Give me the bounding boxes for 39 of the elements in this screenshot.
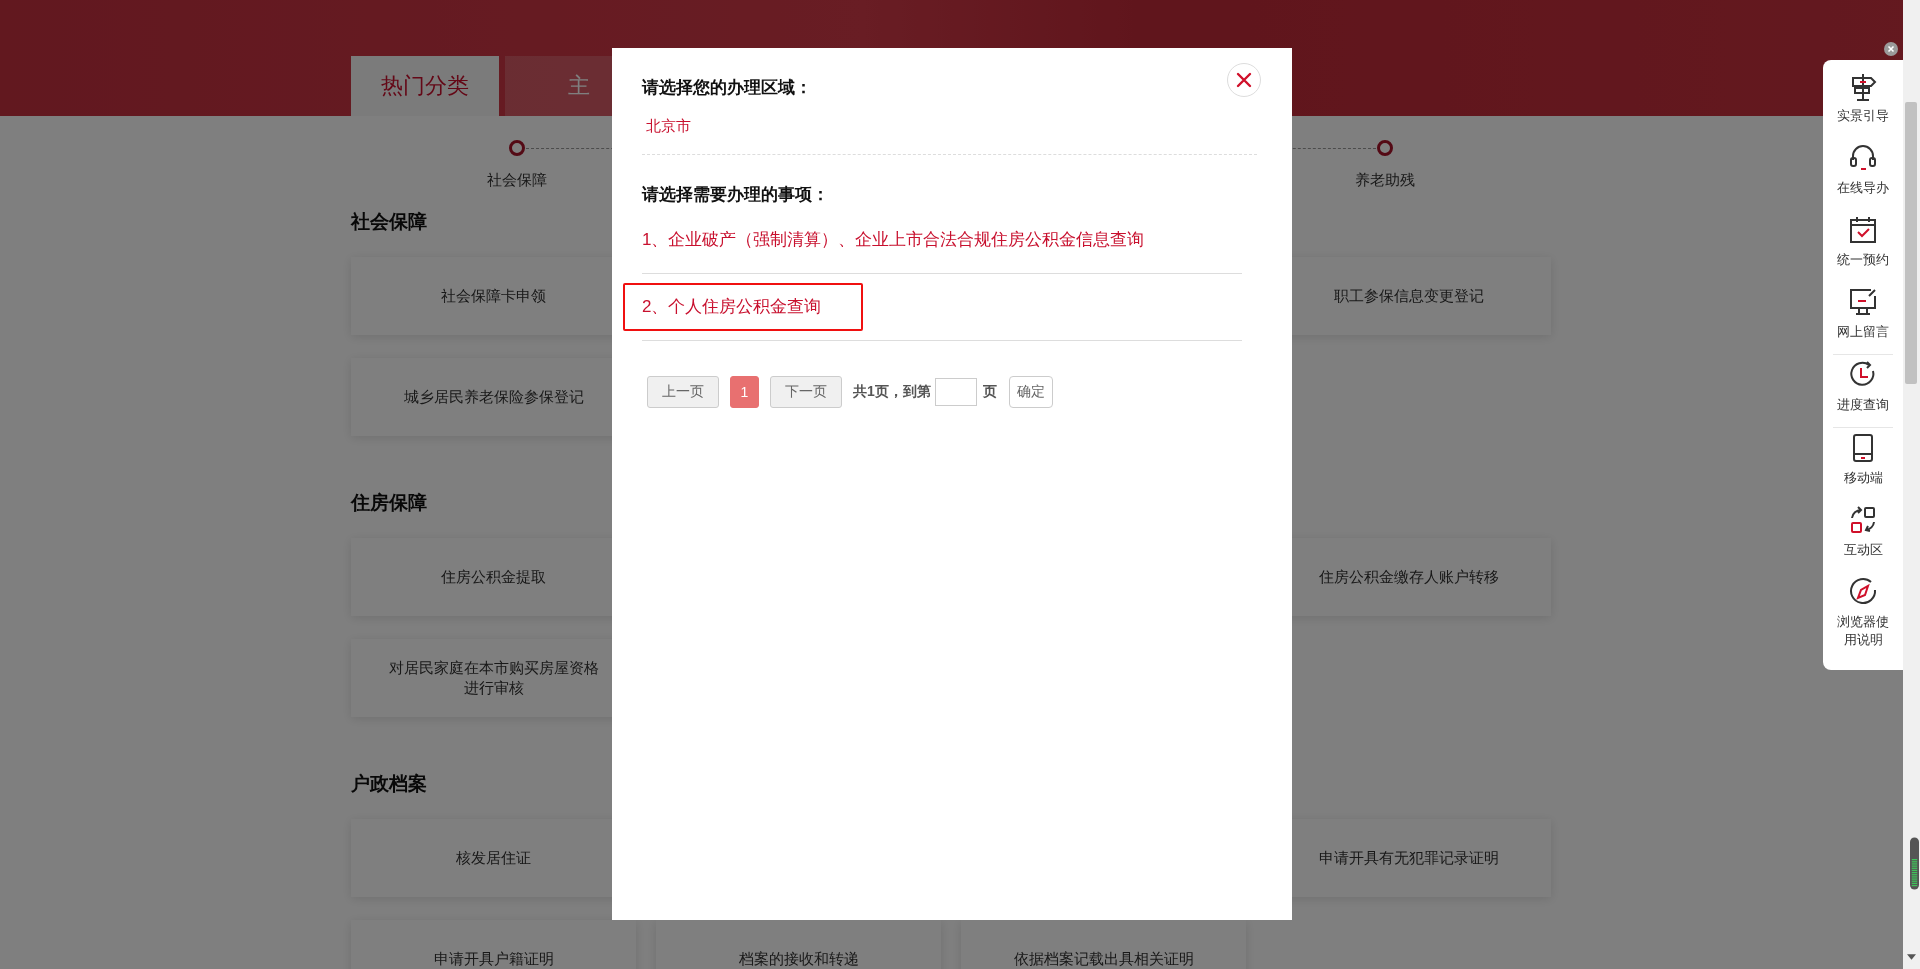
sidebar-link[interactable]: 统一预约 xyxy=(1835,251,1891,269)
sidebar-link[interactable]: 在线导办 xyxy=(1835,179,1891,197)
section-title: 住房保障 xyxy=(351,491,427,515)
scroll-down-icon[interactable] xyxy=(1907,954,1916,960)
service-item-link[interactable]: 2、个人住房公积金查询 xyxy=(623,283,864,331)
service-card[interactable]: 依据档案记载出具相关证明 xyxy=(961,920,1246,969)
service-card[interactable]: 申请开具户籍证明 xyxy=(351,920,636,969)
page-number-button[interactable]: 1 xyxy=(730,376,759,408)
monitor-icon[interactable] xyxy=(1847,286,1879,318)
sidebar-link[interactable]: 实景引导 xyxy=(1835,107,1891,125)
page-unit-label: 页 xyxy=(982,383,997,401)
step-marker xyxy=(1377,140,1393,156)
next-page-button[interactable]: 下一页 xyxy=(770,376,842,408)
region-link[interactable]: 北京市 xyxy=(646,115,691,137)
step-label[interactable]: 养老助残 xyxy=(1355,169,1415,191)
section-title: 社会保障 xyxy=(351,210,427,234)
previous-page-button[interactable]: 上一页 xyxy=(647,376,719,408)
sidebar-link[interactable]: 浏览器使用说明 xyxy=(1835,613,1891,649)
calendar-icon[interactable] xyxy=(1847,214,1879,246)
close-icon xyxy=(1236,72,1252,88)
page-total-label: 共1页，到第 xyxy=(853,383,931,401)
sidebar-link[interactable]: 移动端 xyxy=(1835,469,1891,487)
level-meter-icon xyxy=(1910,835,1919,892)
items-title: 请选择需要办理的事项： xyxy=(642,184,829,206)
service-item-link[interactable]: 1、企业破产（强制清算）、企业上市合法合规住房公积金信息查询 xyxy=(642,228,1145,252)
sidebar-link[interactable]: 互动区 xyxy=(1835,541,1891,559)
page-input-field[interactable] xyxy=(934,378,977,406)
sidebar-link[interactable]: 网上留言 xyxy=(1835,323,1891,341)
scrollbar[interactable] xyxy=(1903,0,1920,969)
section-title: 户政档案 xyxy=(351,772,427,796)
close-icon[interactable] xyxy=(1884,42,1898,56)
step-label[interactable]: 社会保障 xyxy=(487,169,547,191)
service-card[interactable]: 档案的接收和转递 xyxy=(656,920,941,969)
close-button[interactable] xyxy=(1227,63,1261,97)
scrollbar-thumb[interactable] xyxy=(1905,102,1917,384)
tab[interactable]: 热门分类 xyxy=(351,56,499,116)
confirm-button[interactable]: 确定 xyxy=(1008,376,1053,408)
sidebar-link[interactable]: 进度查询 xyxy=(1835,396,1891,414)
step-marker xyxy=(509,140,525,156)
